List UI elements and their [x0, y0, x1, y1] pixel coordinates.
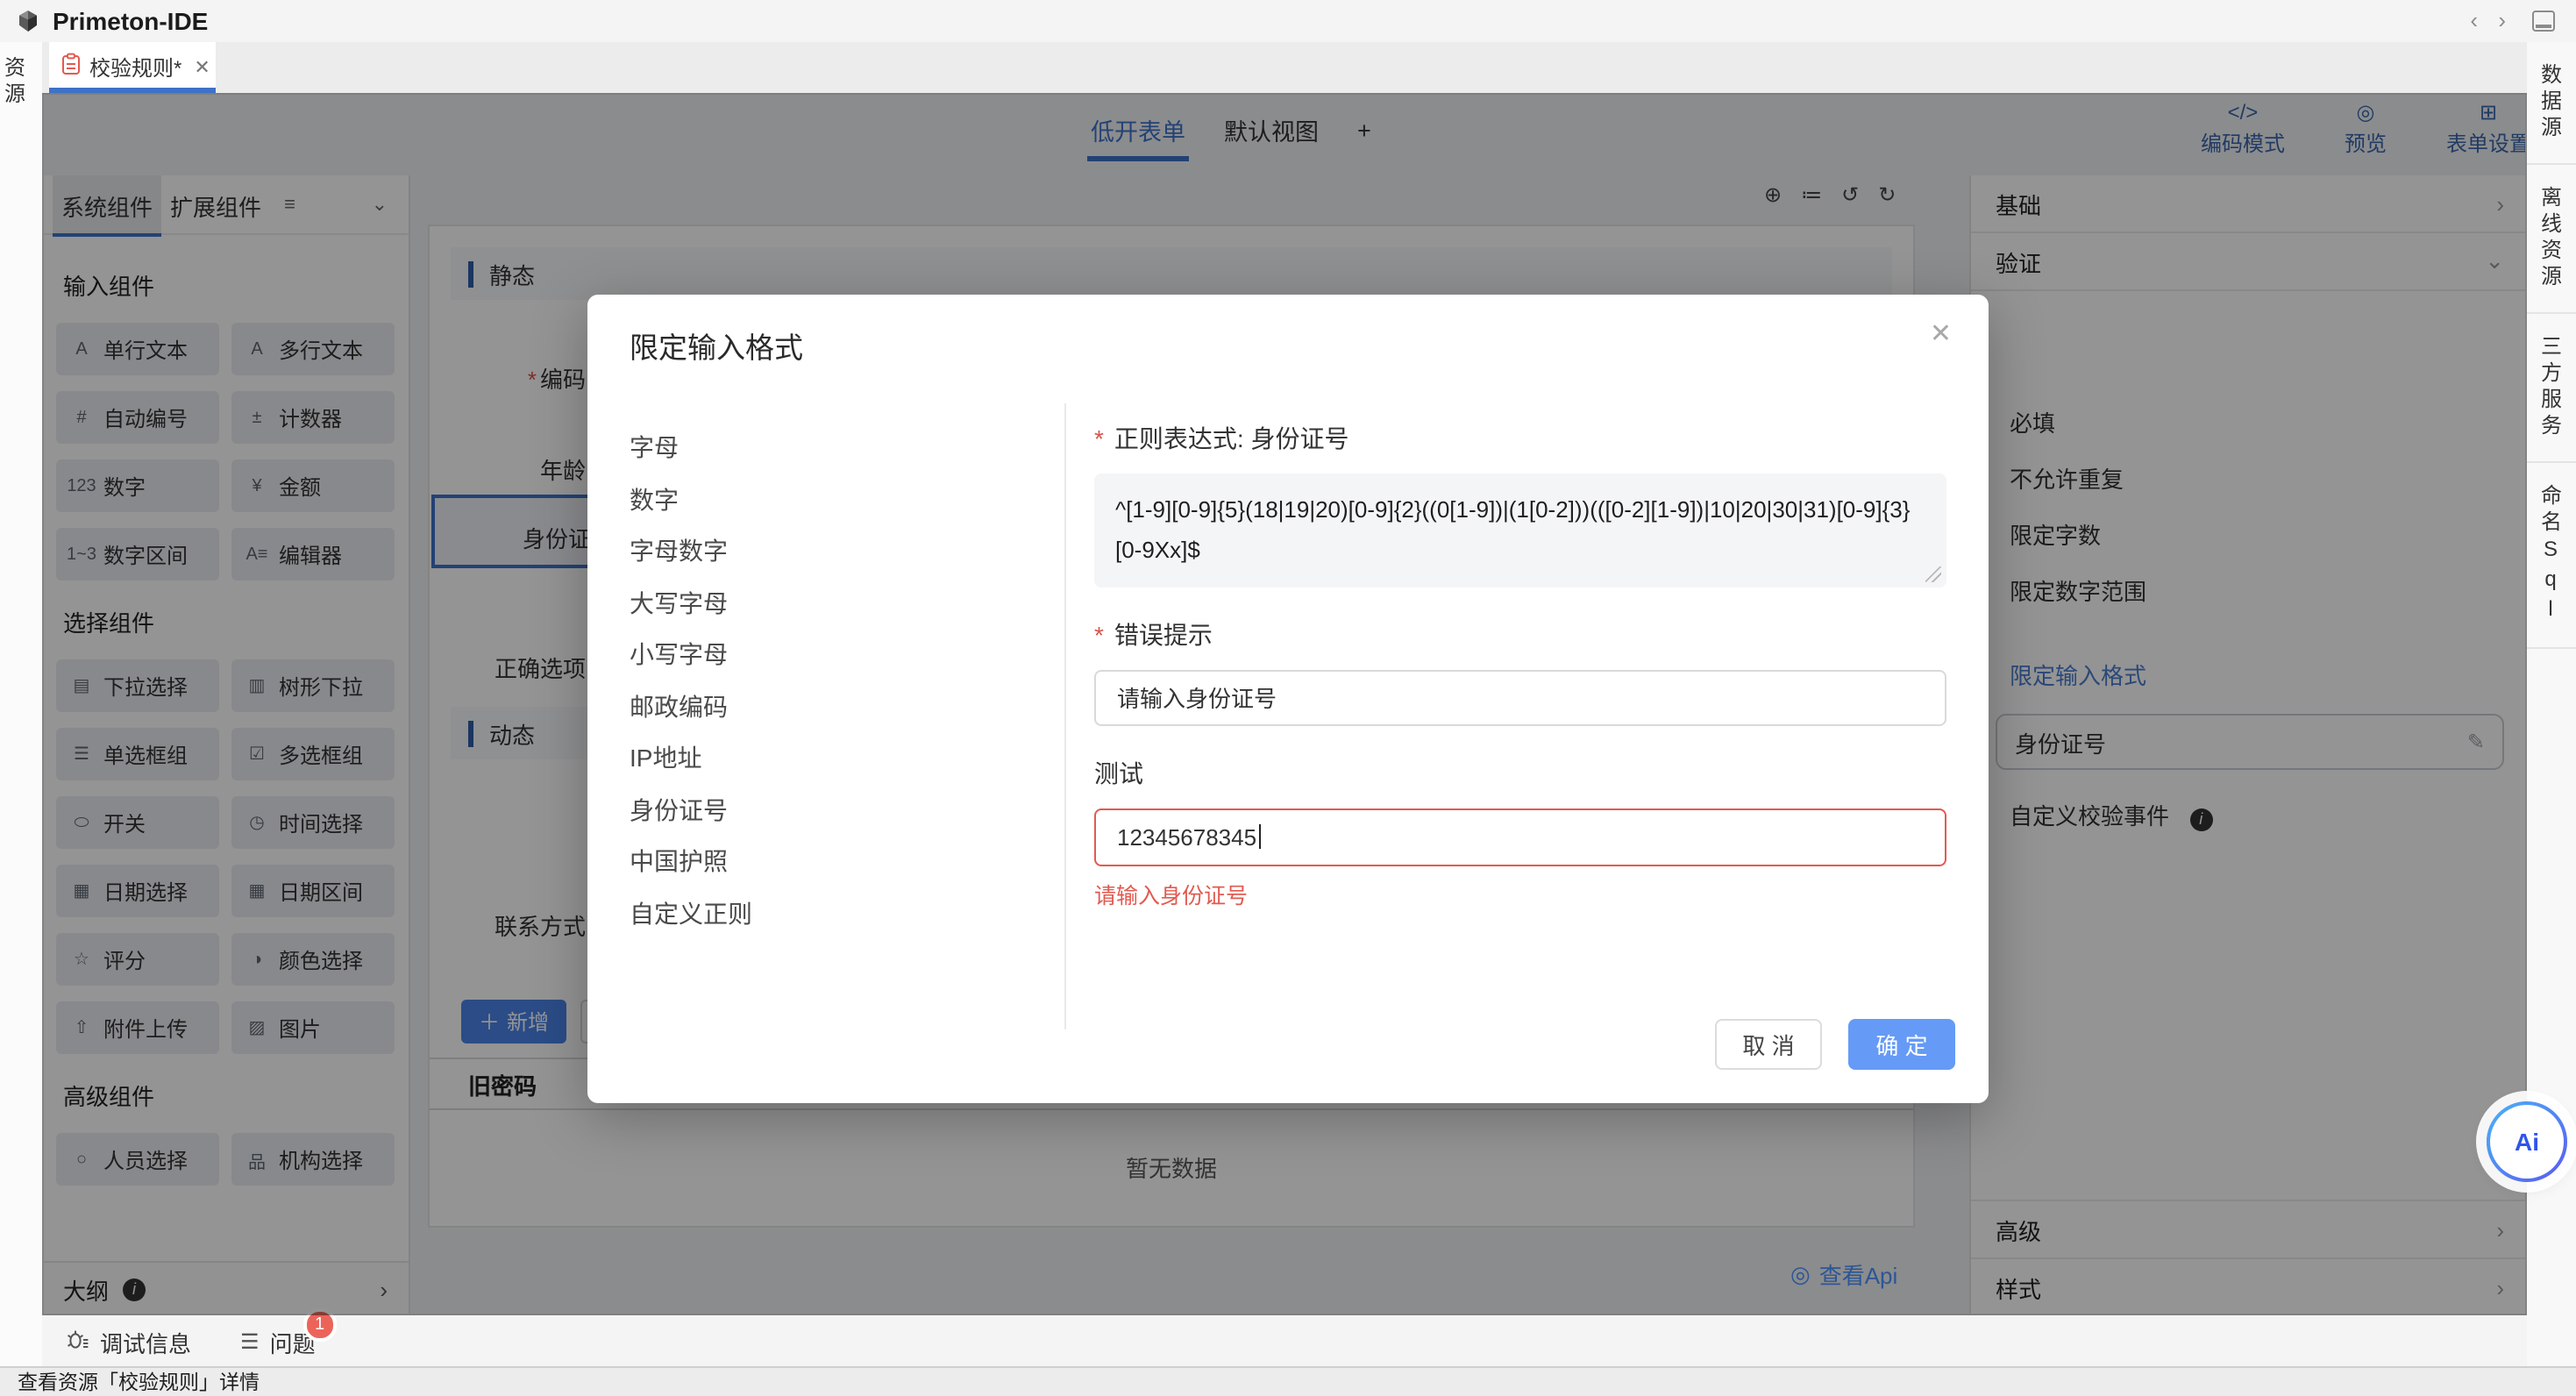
- test-label: 测试: [1094, 756, 1946, 791]
- ai-assistant-button[interactable]: Ai: [2487, 1101, 2567, 1182]
- sidebar-item-resources[interactable]: 资源: [0, 56, 42, 109]
- file-icon: [61, 52, 81, 83]
- status-bar: 查看资源「校验规则」详情: [0, 1366, 2576, 1396]
- format-option[interactable]: 中国护照: [630, 849, 752, 873]
- right-strip-item[interactable]: 数据源: [2527, 42, 2576, 165]
- format-dialog: 限定输入格式 ✕ 字母数字字母数字大写字母小写字母邮政编码IP地址身份证号中国护…: [587, 295, 1989, 1103]
- regex-label: * 正则表达式: 身份证号: [1094, 421, 1946, 456]
- confirm-button[interactable]: 确 定: [1848, 1019, 1955, 1070]
- file-tab-bar: 校验规则* ✕: [42, 42, 2527, 95]
- format-option[interactable]: 大写字母: [630, 590, 752, 615]
- format-list: 字母数字字母数字大写字母小写字母邮政编码IP地址身份证号中国护照自定义正则: [630, 435, 752, 925]
- text-caret: [1258, 825, 1260, 850]
- divider: [1064, 403, 1066, 1029]
- panel-toggle-icon[interactable]: [2532, 11, 2555, 32]
- test-input[interactable]: 12345678345: [1094, 808, 1946, 866]
- format-option[interactable]: 邮政编码: [630, 694, 752, 718]
- format-option[interactable]: IP地址: [630, 745, 752, 770]
- app-root: Primeton-IDE ‹ › 资源 数据源离线资源三方服务命名Sql 校验规…: [0, 0, 2576, 1396]
- app-logo-icon: [16, 9, 40, 33]
- problems-button[interactable]: ☰ 问题 1: [240, 1325, 316, 1358]
- format-option[interactable]: 自定义正则: [630, 901, 752, 925]
- cancel-button[interactable]: 取 消: [1715, 1019, 1822, 1070]
- right-strip-item[interactable]: 离线资源: [2527, 165, 2576, 314]
- dialog-title: 限定输入格式: [630, 324, 803, 367]
- left-resource-strip: 资源: [0, 42, 44, 1368]
- list-icon: ☰: [240, 1329, 260, 1354]
- dialog-footer: 取 消 确 定: [1715, 1019, 1955, 1070]
- format-option[interactable]: 小写字母: [630, 642, 752, 666]
- status-text: 查看资源「校验规则」详情: [18, 1368, 260, 1396]
- close-tab-icon[interactable]: ✕: [194, 56, 210, 79]
- tab-validation-rules[interactable]: 校验规则* ✕: [49, 42, 216, 93]
- close-dialog-icon[interactable]: ✕: [1930, 317, 1952, 349]
- format-option[interactable]: 数字: [630, 487, 752, 511]
- bug-icon: [67, 1328, 89, 1356]
- tab-label: 校验规则*: [89, 53, 181, 82]
- format-option[interactable]: 字母数字: [630, 538, 752, 563]
- right-strip-item[interactable]: 命名Sql: [2527, 463, 2576, 649]
- right-strip-item[interactable]: 三方服务: [2527, 314, 2576, 463]
- test-error-text: 请输入身份证号: [1094, 877, 1946, 910]
- resize-handle[interactable]: [1925, 566, 1941, 582]
- debug-bar: 调试信息 ☰ 问题 1: [42, 1314, 2527, 1368]
- format-option[interactable]: 身份证号: [630, 797, 752, 822]
- format-option[interactable]: 字母: [630, 435, 752, 459]
- nav-forward-icon[interactable]: ›: [2498, 7, 2506, 35]
- required-star: *: [1094, 424, 1104, 452]
- required-star: *: [1094, 621, 1104, 649]
- regex-textarea[interactable]: ^[1-9][0-9]{5}(18|19|20)[0-9]{2}((0[1-9]…: [1094, 474, 1946, 588]
- debug-info-button[interactable]: 调试信息: [67, 1325, 191, 1358]
- format-form: * 正则表达式: 身份证号 ^[1-9][0-9]{5}(18|19|20)[0…: [1094, 421, 1946, 910]
- error-prompt-label: * 错误提示: [1094, 617, 1946, 652]
- app-title: Primeton-IDE: [53, 7, 208, 35]
- nav-back-icon[interactable]: ‹: [2470, 7, 2478, 35]
- error-prompt-input[interactable]: 请输入身份证号: [1094, 670, 1946, 726]
- title-bar: Primeton-IDE ‹ ›: [0, 0, 2576, 44]
